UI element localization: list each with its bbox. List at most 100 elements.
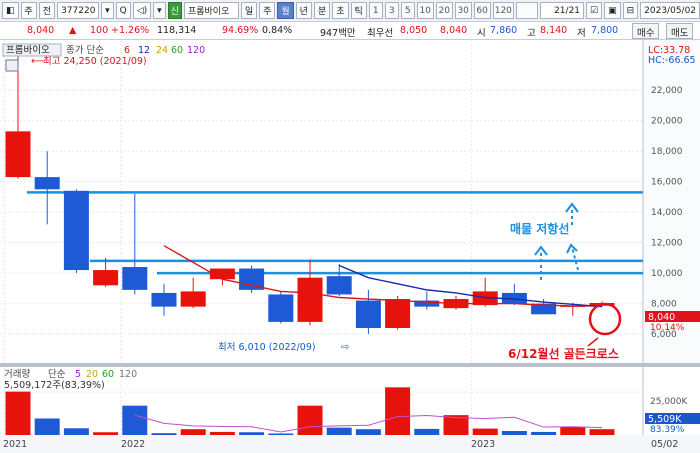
checkbox-icon[interactable]: ☑ xyxy=(586,2,603,19)
low-arrow-icon: ⇨ xyxy=(341,342,349,353)
volume-bar-18 xyxy=(531,431,557,435)
stock-code-input[interactable]: 377220 xyxy=(57,2,100,19)
candle-body-9 xyxy=(268,294,294,322)
page-current: 21 xyxy=(554,5,566,16)
volume-bar-13 xyxy=(385,387,411,435)
volume-bar-10 xyxy=(297,405,323,435)
price-tick-20000: 20,000 xyxy=(651,117,683,127)
legend-ma-12: 12 xyxy=(138,45,150,56)
menu-button[interactable]: 주 xyxy=(20,2,37,19)
volume-bar-3 xyxy=(93,432,119,435)
volume-bar-14 xyxy=(414,428,440,435)
current-price-label: 8,040 xyxy=(648,312,675,323)
price-tick-18000: 18,000 xyxy=(651,147,683,157)
candle-body-13 xyxy=(385,299,411,328)
candle-body-3 xyxy=(93,270,119,286)
candle-body-10 xyxy=(297,277,323,322)
save-icon[interactable]: ▣ xyxy=(604,2,621,19)
volume-ratio: 94.69% xyxy=(222,25,259,36)
period-second[interactable]: 초 xyxy=(332,2,349,19)
volume-info: 5,509,172주(83,39%) xyxy=(4,380,105,391)
interval-10[interactable]: 10 xyxy=(416,2,434,19)
volume-bar-6 xyxy=(180,429,206,435)
candle-body-0 xyxy=(5,131,31,178)
date-input[interactable]: 2023/05/02 xyxy=(640,2,700,19)
period-day[interactable]: 일 xyxy=(240,2,258,19)
best-bid: 8,040 xyxy=(440,25,468,36)
volume-bar-9 xyxy=(268,433,294,435)
search-icon[interactable]: Q xyxy=(115,2,131,19)
volume-current-label: 5,509K xyxy=(648,414,682,425)
high-label: 고 xyxy=(527,28,536,39)
period-year[interactable]: 년 xyxy=(295,2,312,19)
window-icon[interactable]: ◧ xyxy=(2,2,19,19)
quote-row: 8,040 ▲ 100 +1.26% 118,314 94.69% 0.84% … xyxy=(0,22,700,40)
candle-body-2 xyxy=(63,190,89,271)
high-value: 8,140 xyxy=(540,25,568,36)
price-tick-22000: 22,000 xyxy=(651,86,683,96)
interval-5[interactable]: 5 xyxy=(400,2,415,19)
sell-button[interactable]: 매도 xyxy=(666,23,694,39)
settings-icon[interactable]: ▾ xyxy=(153,2,166,19)
x-label-2022: 2022 xyxy=(121,439,145,450)
best-ask: 8,050 xyxy=(400,25,428,36)
volume-bar-0 xyxy=(5,391,31,435)
low-note: 최저 6,010 (2022/09) xyxy=(218,342,316,353)
volume-bar-17 xyxy=(501,431,527,435)
candle-body-12 xyxy=(355,300,381,328)
volume-ma-20: 20 xyxy=(86,369,98,380)
legend-ma-6: 6 xyxy=(124,45,130,56)
candle-body-4 xyxy=(122,267,148,290)
best-quote-label: 최우선 xyxy=(367,28,394,39)
price-tick-16000: 16,000 xyxy=(651,178,683,188)
interval-20[interactable]: 20 xyxy=(435,2,453,19)
legend-ma-24: 24 xyxy=(156,45,168,56)
all-button[interactable]: 전 xyxy=(38,2,56,19)
lock-icon[interactable]: ⊟ xyxy=(622,2,639,19)
volume-bar-19 xyxy=(560,426,586,435)
volume-bar-16 xyxy=(472,428,498,435)
period-month[interactable]: 월 xyxy=(277,2,294,19)
legend-ma-60: 60 xyxy=(171,45,183,56)
price-change-pct: +1.26% xyxy=(111,25,150,36)
legend-ma-120: 120 xyxy=(187,45,205,56)
dropdown-icon[interactable]: ▾ xyxy=(101,2,114,19)
volume-legend-title: 거래량 xyxy=(4,368,30,380)
page-indicator[interactable]: 21/21 xyxy=(540,2,585,19)
stock-name: 프롬바이오 xyxy=(183,2,239,19)
volume-bar-2 xyxy=(63,428,89,435)
volume-bar-8 xyxy=(239,432,265,435)
chart-area[interactable]: 22,000 20,000 18,000 16,000 14,000 12,000 10,0… xyxy=(0,40,700,453)
sound-icon[interactable]: ◁) xyxy=(132,2,152,19)
candle-body-11 xyxy=(326,276,352,295)
period-tick[interactable]: 틱 xyxy=(350,2,367,19)
page-total: /21 xyxy=(565,5,581,16)
x-label-2021: 2021 xyxy=(3,439,27,450)
volume-bar-20 xyxy=(589,429,615,435)
interval-120[interactable]: 120 xyxy=(492,2,515,19)
buy-button[interactable]: 매수 xyxy=(632,23,660,39)
period-week[interactable]: 주 xyxy=(259,2,276,19)
volume-value: 118,314 xyxy=(157,25,197,36)
period-minute[interactable]: 분 xyxy=(313,2,331,19)
interval-60[interactable]: 60 xyxy=(473,2,491,19)
volume-ma-60: 60 xyxy=(102,369,114,380)
x-label-2023: 2023 xyxy=(471,439,495,450)
cross-note: 6/12월선 골든크로스 xyxy=(508,346,619,361)
candle-body-5 xyxy=(151,292,177,307)
high-note: 최고 24,250 (2021/09) xyxy=(43,56,147,67)
toolbar: ◧ 주 전 377220 ▾ Q ◁) ▾ 신 프롬바이오 일 주 월 년 분 … xyxy=(0,0,700,22)
volume-bar-7 xyxy=(209,431,235,435)
grid-toggle-icon[interactable] xyxy=(5,59,19,72)
interval-custom-input[interactable] xyxy=(516,2,539,19)
interval-30[interactable]: 30 xyxy=(454,2,472,19)
hc-label: HC:-66.65 xyxy=(648,55,696,66)
volume-ma-120: 120 xyxy=(119,369,137,380)
interval-3[interactable]: 3 xyxy=(384,2,399,19)
volume-legend-type: 단순 xyxy=(48,369,66,380)
open-label: 시 xyxy=(477,28,486,39)
interval-1[interactable]: 1 xyxy=(368,2,383,19)
x-label-current-date: 05/02 xyxy=(651,439,678,450)
resistance-note: 매물 저항선 xyxy=(510,221,569,236)
current-price-pct: 10.14% xyxy=(650,323,685,333)
